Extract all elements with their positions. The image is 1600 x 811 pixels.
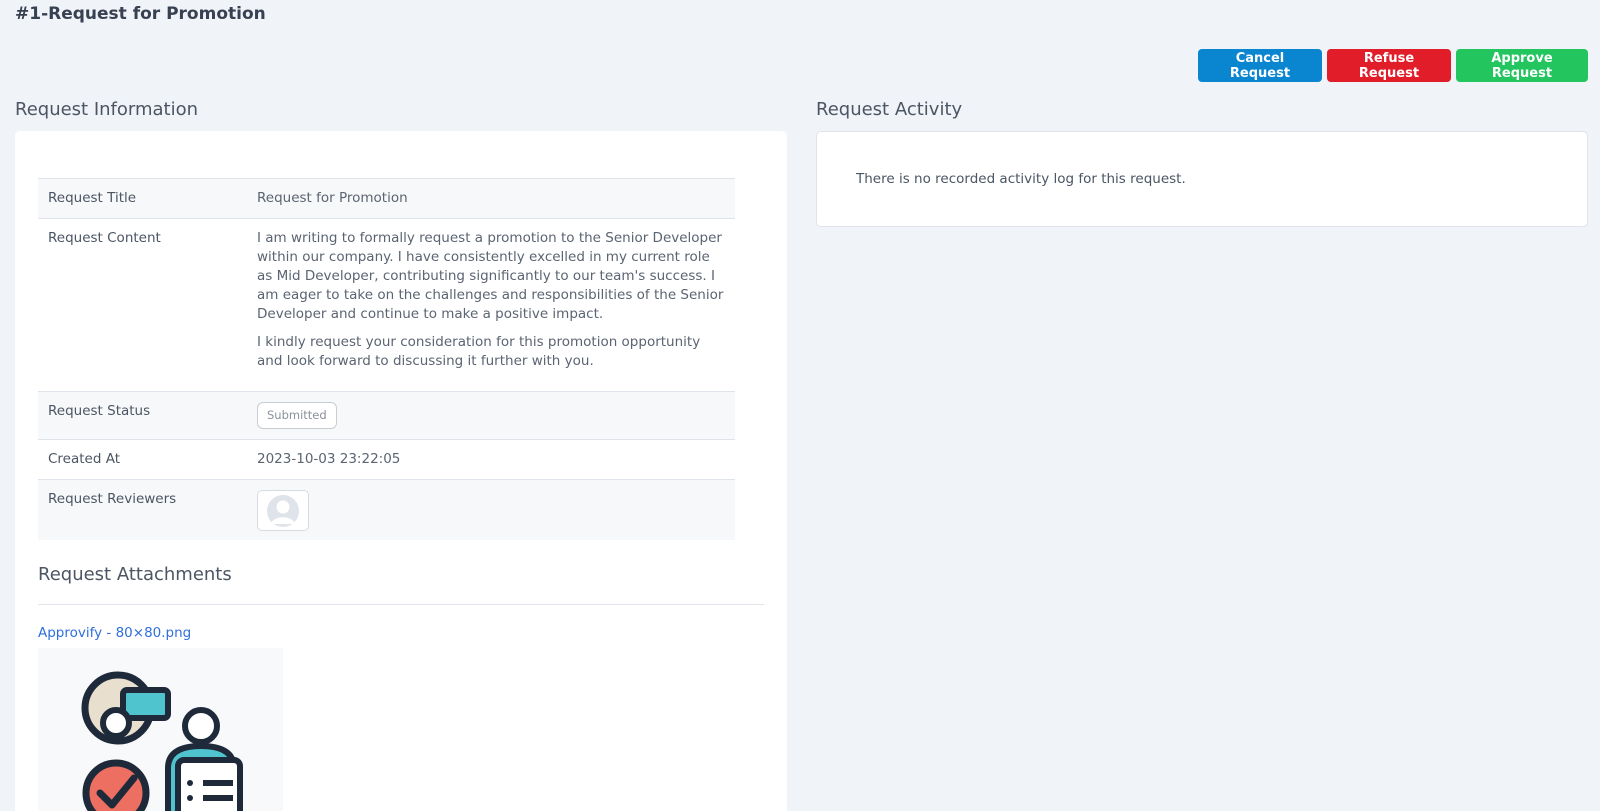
request-status-value: Submitted (247, 392, 735, 440)
reviewer-avatar[interactable] (257, 490, 309, 531)
request-reviewers-value (247, 480, 735, 541)
page-title: #1-Request for Promotion (15, 4, 266, 24)
user-avatar-placeholder-icon (267, 494, 299, 527)
request-activity-card: There is no recorded activity log for th… (816, 131, 1588, 227)
table-row: Request Reviewers (38, 479, 735, 541)
created-at-label: Created At (48, 451, 121, 467)
request-actions: Cancel Request Refuse Request Approve Re… (1198, 49, 1588, 82)
cancel-request-button[interactable]: Cancel Request (1198, 49, 1322, 82)
request-information-heading: Request Information (15, 99, 199, 120)
request-status-label: Request Status (48, 403, 151, 419)
attachment-link[interactable]: Approvify - 80×80.png (38, 625, 191, 641)
request-reviewers-label: Request Reviewers (48, 491, 177, 507)
request-details-table: Request Title Request for Promotion Requ… (38, 178, 735, 540)
activity-empty-message: There is no recorded activity log for th… (856, 171, 1186, 187)
request-content-paragraph: I kindly request your consideration for … (257, 334, 701, 369)
request-content-paragraph: I am writing to formally request a promo… (257, 230, 724, 322)
request-title-label: Request Title (48, 190, 137, 206)
created-at-value: 2023-10-03 23:22:05 (257, 451, 401, 467)
request-title-value: Request for Promotion (257, 190, 408, 206)
refuse-request-button[interactable]: Refuse Request (1327, 49, 1451, 82)
table-row: Request Title Request for Promotion (38, 178, 735, 219)
table-row: Created At 2023-10-03 23:22:05 (38, 439, 735, 480)
status-badge: Submitted (257, 402, 337, 429)
table-row: Request Status Submitted (38, 391, 735, 440)
table-row: Request Content I am writing to formally… (38, 218, 735, 392)
approvify-logo-image[interactable] (38, 648, 283, 811)
request-attachments-heading: Request Attachments (38, 564, 232, 585)
request-activity-heading: Request Activity (816, 99, 963, 120)
request-content-label: Request Content (48, 230, 161, 246)
request-information-card: Request Title Request for Promotion Requ… (15, 131, 787, 811)
request-content-value: I am writing to formally request a promo… (247, 219, 735, 392)
approve-request-button[interactable]: Approve Request (1456, 49, 1588, 82)
attachments-divider (38, 604, 764, 605)
